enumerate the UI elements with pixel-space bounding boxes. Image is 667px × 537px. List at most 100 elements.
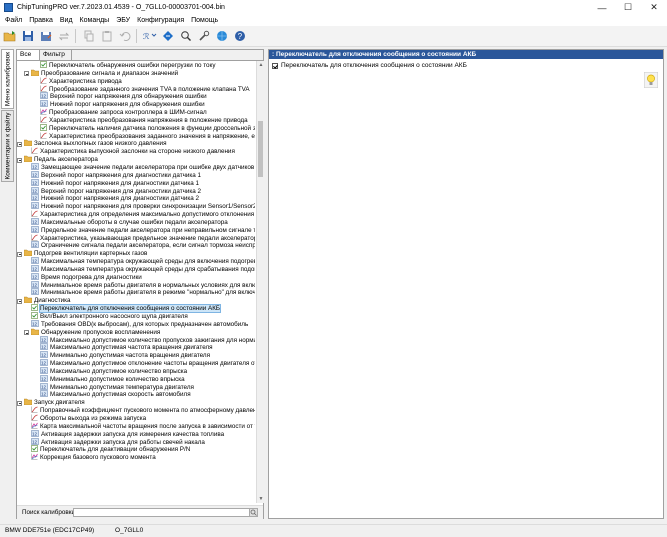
tree-item[interactable]: 12 Нижний порог напряжения для диагностик… — [17, 178, 255, 187]
undo-button[interactable] — [117, 28, 133, 44]
tree-item[interactable]: 12 Минимально допустимая частота вращения… — [17, 351, 255, 359]
collapse-icon[interactable] — [17, 400, 22, 406]
tree-item[interactable]: 12 Предельное значение педали акселератор… — [17, 225, 255, 234]
tree-item[interactable]: 12 Максимально допустимое количество проп… — [17, 335, 255, 344]
tree-item[interactable]: Переключатель для отключения сообщения о… — [17, 304, 255, 314]
update-button[interactable] — [214, 28, 230, 44]
save-button[interactable] — [20, 28, 36, 44]
tab-calibration-menu[interactable]: Меню калибровок — [1, 49, 14, 109]
tree-item[interactable]: 12 Активация задержки запуска для измерен… — [17, 429, 255, 438]
tree-item[interactable]: Характеристика привода — [17, 77, 255, 85]
tree-item[interactable]: 12 Ограничение сигнала педали акселератор… — [17, 241, 255, 249]
tree-item[interactable]: 12 Нижний порог напряжения для диагностик… — [17, 194, 255, 202]
minimize-button[interactable]: — — [589, 0, 615, 15]
menu-config[interactable]: Конфигурация — [137, 17, 184, 24]
tree-item[interactable]: 12 Верхний порог напряжения для диагности… — [17, 171, 255, 179]
copy-button[interactable] — [81, 28, 97, 44]
collapse-icon[interactable] — [24, 71, 29, 77]
open-folder-button[interactable] — [2, 28, 18, 44]
toolbar: ℛ ? — [0, 26, 667, 47]
menu-commands[interactable]: Команды — [80, 17, 110, 24]
tree-item[interactable]: 12 Замещающее значение педали акселератор… — [17, 163, 255, 171]
collapse-icon[interactable] — [17, 251, 22, 257]
tab-file-comments[interactable]: Комментарии к файлу — [1, 110, 14, 182]
tree-item[interactable]: Преобразование запроса контроллера в ШИМ… — [17, 108, 255, 116]
tree-item[interactable]: 12 Минимально допустимая температура двиг… — [17, 382, 255, 391]
tree-item[interactable]: Характеристика, указывающая предельное з… — [17, 234, 255, 242]
tree-item[interactable]: 12 Требования OBD(к выбросам), для которы… — [17, 320, 255, 328]
search-input[interactable] — [73, 508, 258, 517]
save-as-button[interactable] — [38, 28, 54, 44]
tools-button[interactable] — [196, 28, 212, 44]
tree-item[interactable]: Коррекция базового пускового момента — [17, 453, 255, 461]
tab-filter[interactable]: Фильтр — [40, 50, 72, 60]
maximize-button[interactable]: ☐ — [615, 0, 641, 15]
tree-item[interactable]: Обороты выхода из режима запуска — [17, 414, 255, 422]
tree-scrollbar[interactable]: ▲ ▼ — [256, 61, 265, 503]
paste-button[interactable] — [99, 28, 115, 44]
tree-item[interactable]: Преобразование заданного значения TVA в … — [17, 85, 255, 93]
tree-item[interactable]: Карта максимальной частоты вращения посл… — [17, 422, 255, 430]
tree-item[interactable]: 12 Нижний порог напряжения для обнаружени… — [17, 100, 255, 108]
tree-item[interactable]: Переключатель наличия датчика положения … — [17, 123, 255, 132]
tree-item[interactable]: 12 Минимальное время работы двигателя в р… — [17, 288, 255, 296]
menu-edit[interactable]: Правка — [29, 17, 53, 24]
svg-text:12: 12 — [32, 219, 38, 224]
tree-item[interactable]: 12 Максимальные обороты в случае ошибки п… — [17, 218, 255, 226]
tree-group[interactable]: Заслонка выхлопных газов низкого давлени… — [17, 139, 255, 147]
tree-item[interactable]: 12 Максимальная температура окружающей ср… — [17, 265, 255, 273]
search-go-button[interactable] — [249, 508, 258, 517]
tree-group[interactable]: Диагностика — [17, 296, 255, 304]
tree-item[interactable]: 12 Время подогрева для диагностики — [17, 273, 255, 281]
battery-message-switch[interactable]: Переключатель для отключения сообщения о… — [272, 62, 467, 69]
tree-item[interactable]: 12 Активация задержки запуска для работы … — [17, 437, 255, 446]
tree-item[interactable]: Переключатель обнаружения ошибки перегру… — [17, 61, 255, 69]
menu-view[interactable]: Вид — [60, 17, 73, 24]
calibration-tree[interactable]: Переключатель обнаружения ошибки перегру… — [17, 61, 255, 503]
menu-ecu[interactable]: ЭБУ — [116, 17, 130, 24]
scroll-up-icon[interactable]: ▲ — [257, 61, 265, 69]
globe-icon — [217, 31, 227, 41]
tree-item[interactable]: 12 Минимальное время работы двигателя в н… — [17, 280, 255, 289]
tree-group[interactable]: Педаль акселератора — [17, 155, 255, 163]
tab-all[interactable]: Все — [17, 50, 40, 60]
tree-item[interactable]: 12 Минимально допустимое количество впрыс… — [17, 375, 255, 383]
tree-item[interactable]: 12 Максимально допустимая частота вращени… — [17, 343, 255, 351]
tree-item[interactable]: Характеристика преобразования напряжения… — [17, 116, 255, 124]
tree-item[interactable]: Переключатель для деактивации обнаружени… — [17, 445, 255, 453]
tree-group[interactable]: Обнаружение пропусков воспламенения — [17, 328, 255, 336]
tree-item[interactable]: 12 Верхний порог напряжения для диагности… — [17, 186, 255, 195]
navigate-button[interactable] — [160, 28, 176, 44]
tree-item[interactable]: Характеристика для определения максималь… — [17, 210, 255, 218]
tree-item[interactable]: 12 Верхний порог напряжения для обнаружен… — [17, 92, 255, 100]
tree-item[interactable]: 12 Нижний порог напряжения для проверки с… — [17, 202, 255, 210]
menu-help[interactable]: Помощь — [191, 17, 218, 24]
hint-button[interactable] — [643, 71, 659, 89]
svg-text:12: 12 — [32, 196, 38, 201]
tree-item[interactable]: 12 Максимально допустимое отклонение част… — [17, 359, 255, 367]
tree-group[interactable]: Запуск двигателя — [17, 398, 255, 406]
tree-item[interactable]: Поправочный коэффициент пускового момент… — [17, 406, 255, 414]
close-button[interactable]: ✕ — [641, 0, 667, 15]
tree-item[interactable]: Вкл/Выкл электронного насосного щупа дви… — [17, 312, 255, 320]
tree-item[interactable]: Характеристика преобразования заданного … — [17, 132, 255, 140]
menu-file[interactable]: Файл — [5, 17, 22, 24]
collapse-icon[interactable] — [24, 330, 29, 336]
collapse-icon[interactable] — [17, 298, 22, 304]
scroll-down-icon[interactable]: ▼ — [257, 495, 265, 503]
help-button[interactable]: ? — [232, 28, 248, 44]
compare-button[interactable] — [56, 28, 72, 44]
svg-text:12: 12 — [41, 376, 47, 381]
tree-group[interactable]: Преобразование сигнала и диапазон значен… — [17, 69, 255, 77]
scrollbar-thumb[interactable] — [258, 121, 263, 177]
collapse-icon[interactable] — [17, 141, 22, 147]
tree-item[interactable]: Характеристика выпускной заслонки на сто… — [17, 147, 255, 155]
tree-item[interactable]: 12 Максимально допустимая скорость автомо… — [17, 390, 255, 398]
checksum-button[interactable]: ℛ — [142, 28, 158, 44]
tree-group[interactable]: Подогрев вентиляции картерных газов — [17, 249, 255, 257]
tree-item[interactable]: 12 Максимально допустимое количество впры… — [17, 367, 255, 375]
collapse-icon[interactable] — [17, 157, 22, 163]
search-button[interactable] — [178, 28, 194, 44]
checkbox-checked[interactable] — [272, 62, 278, 69]
tree-item[interactable]: 12 Максимальная температура окружающей ср… — [17, 257, 255, 265]
